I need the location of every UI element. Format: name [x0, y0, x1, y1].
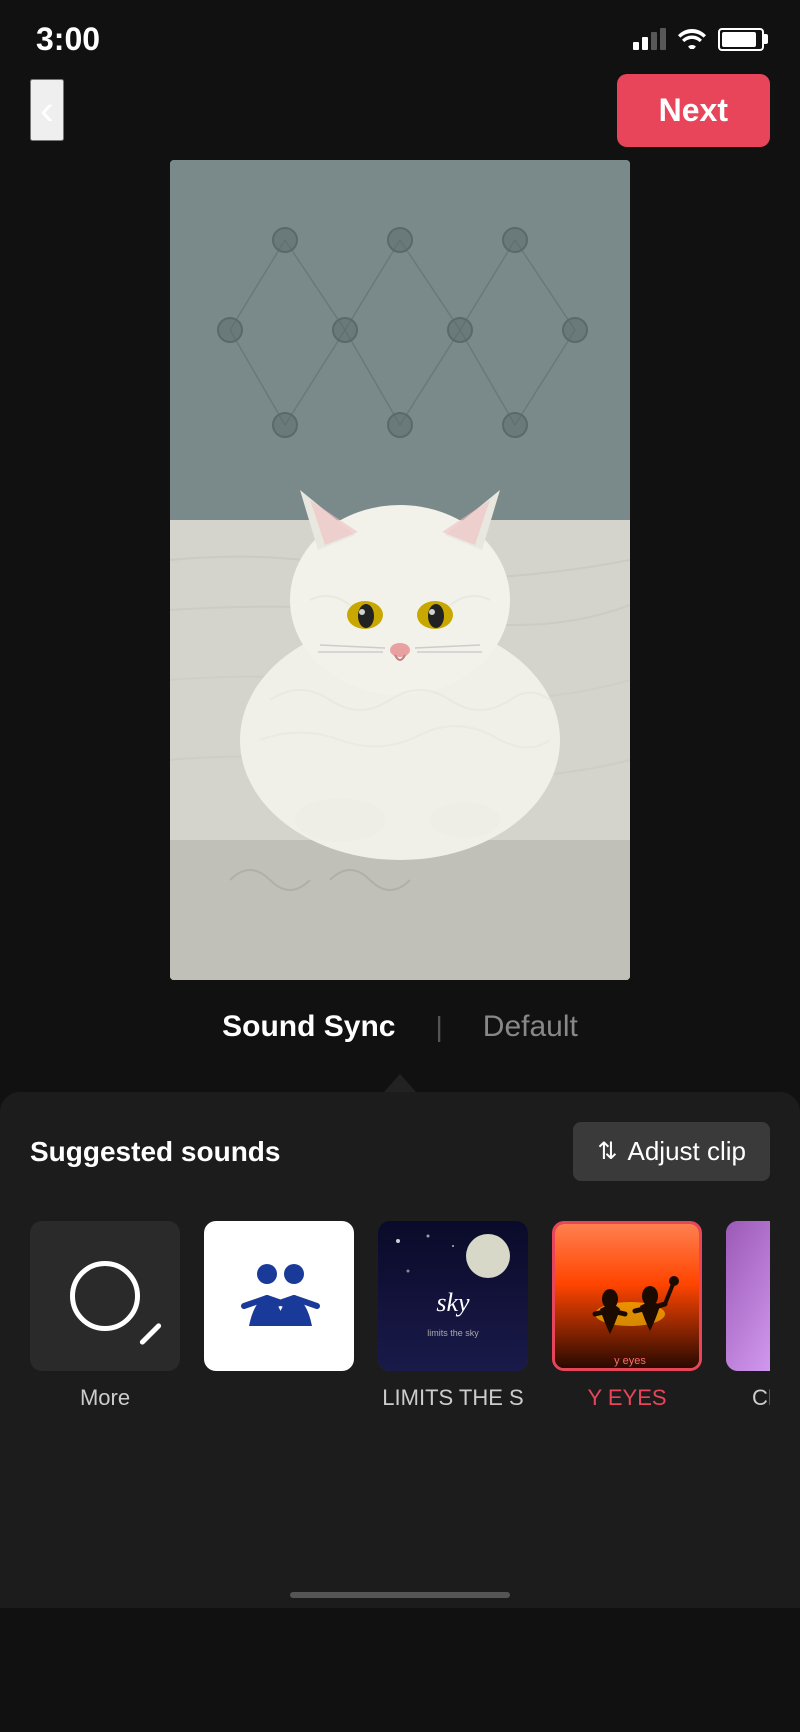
- wifi-icon: [678, 29, 706, 49]
- more-thumbnail: [30, 1221, 180, 1371]
- search-circle-icon: [70, 1261, 140, 1331]
- svg-text:sky: sky: [436, 1288, 470, 1317]
- tab-indicator: [0, 1074, 800, 1092]
- cat-svg: [170, 160, 630, 980]
- blue-figures-icon: [229, 1256, 329, 1336]
- adjust-clip-button[interactable]: ⇅ Adjust clip: [573, 1122, 770, 1181]
- back-button[interactable]: ‹: [30, 79, 64, 141]
- sounds-panel-header: Suggested sounds ⇅ Adjust clip: [30, 1122, 770, 1181]
- more-label: More: [80, 1385, 130, 1411]
- sounds-row: More: [30, 1221, 770, 1411]
- blue-thumbnail: [204, 1221, 354, 1371]
- signal-icon: [633, 28, 666, 50]
- next-button[interactable]: Next: [617, 74, 770, 147]
- cl-svg: [726, 1221, 770, 1371]
- sky-thumbnail: sky limits the sky: [378, 1221, 528, 1371]
- suggested-sounds-label: Suggested sounds: [30, 1136, 280, 1168]
- tab-triangle: [384, 1074, 416, 1092]
- battery-icon: [718, 28, 764, 51]
- sound-sync-tab[interactable]: Sound Sync: [222, 1010, 395, 1044]
- cat-image: [170, 160, 630, 980]
- image-container: [0, 160, 800, 980]
- status-bar: 3:00: [0, 0, 800, 70]
- sounds-panel: Suggested sounds ⇅ Adjust clip More: [0, 1092, 800, 1572]
- yeyes-svg: y eyes: [555, 1224, 702, 1371]
- svg-text:limits the sky: limits the sky: [427, 1328, 479, 1338]
- sound-item-sky[interactable]: sky limits the sky LIMITS THE S: [378, 1221, 528, 1411]
- sky-svg: sky limits the sky: [378, 1221, 528, 1371]
- status-time: 3:00: [36, 21, 100, 58]
- sound-item-cl[interactable]: CL: [726, 1221, 770, 1411]
- adjust-clip-label: Adjust clip: [628, 1136, 747, 1167]
- default-tab[interactable]: Default: [483, 1010, 578, 1044]
- cl-thumbnail: [726, 1221, 770, 1371]
- sky-label: LIMITS THE S: [382, 1385, 523, 1411]
- yeyes-label: Y EYES: [587, 1385, 666, 1411]
- sound-item-more[interactable]: More: [30, 1221, 180, 1411]
- sound-tab-bar: Sound Sync | Default: [0, 980, 800, 1064]
- top-nav: ‹ Next: [0, 70, 800, 160]
- tab-divider: |: [436, 1011, 443, 1043]
- home-indicator: [0, 1572, 800, 1608]
- yeyes-thumbnail: y eyes: [552, 1221, 702, 1371]
- sound-item-blue[interactable]: [204, 1221, 354, 1385]
- svg-text:y eyes: y eyes: [614, 1355, 646, 1367]
- adjust-icon: ⇅: [597, 1137, 617, 1166]
- status-icons: [633, 28, 764, 51]
- sound-item-yeyes[interactable]: y eyes Y EYES: [552, 1221, 702, 1411]
- home-bar: [290, 1592, 510, 1598]
- cl-label: CL: [752, 1385, 770, 1411]
